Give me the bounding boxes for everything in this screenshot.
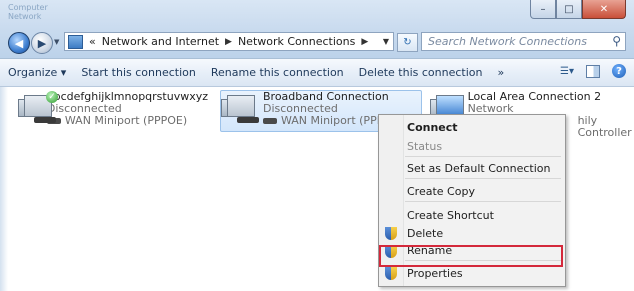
menu-item-delete[interactable]: Delete [407,227,443,240]
start-connection-button[interactable]: Start this connection [81,66,196,79]
navigation-pane-edge [0,87,8,291]
check-icon: ✓ [46,91,58,103]
toolbar-right: ☰▾ ? [560,64,626,78]
address-dropdown-icon[interactable]: ▼ [383,37,389,46]
menu-item-create-shortcut[interactable]: Create Shortcut [407,209,494,222]
organize-menu[interactable]: Organize ▾ [8,66,66,79]
breadcrumb-arrow-icon[interactable]: ▶ [225,37,232,47]
forward-icon[interactable]: ▶ [31,32,53,54]
menu-separator [405,178,561,179]
preview-pane-icon[interactable] [586,64,600,78]
menu-item-connect[interactable]: Connect [407,121,458,134]
back-icon[interactable]: ◀ [8,32,30,54]
search-placeholder: Search Network Connections [428,35,587,48]
connection-item[interactable]: ✓ abcdefghijklmnopqrstuvwxyz Disconnecte… [18,91,208,131]
refresh-icon[interactable]: ↻ [397,33,418,52]
breadcrumb-arrow-icon[interactable]: ▶ [361,37,368,47]
menu-item-properties[interactable]: Properties [407,267,463,280]
close-button[interactable]: ✕ [582,0,626,19]
menu-separator [405,201,561,202]
help-icon[interactable]: ? [612,64,626,78]
menu-item-set-default[interactable]: Set as Default Connection [407,162,550,175]
menu-item-status[interactable]: Status [407,140,442,153]
address-bar[interactable]: « Network and Internet ▶ Network Connect… [64,32,394,51]
uac-shield-icon [385,227,397,240]
connection-device: WAN Miniport (PPPOE) [46,115,208,127]
window-controls: – □ ✕ [530,0,626,19]
network-folder-icon [68,34,83,49]
change-view-icon[interactable]: ☰▾ [560,64,574,78]
minimize-button[interactable]: – [530,0,556,19]
menu-separator [405,156,561,157]
title-bar: Computer Network – □ ✕ ◀ ▶ ▼ « Network a… [0,0,634,59]
search-input[interactable]: Search Network Connections ⚲ [421,32,626,51]
breadcrumb-network-and-internet[interactable]: Network and Internet [102,35,219,48]
command-bar: Organize ▾ Start this connection Rename … [0,59,634,87]
maximize-button[interactable]: □ [556,0,582,19]
breadcrumb-network-connections[interactable]: Network Connections [238,35,355,48]
more-commands-button[interactable]: » [497,66,504,79]
network-connection-icon [221,91,261,127]
uac-shield-icon [385,267,397,280]
rename-connection-button[interactable]: Rename this connection [211,66,344,79]
search-icon[interactable]: ⚲ [612,33,621,50]
menu-item-create-copy[interactable]: Create Copy [407,185,475,198]
recent-pages-dropdown-icon[interactable]: ▼ [54,38,59,46]
network-connection-icon: ✓ [18,91,58,127]
ghost-title: Computer Network [8,3,48,21]
modem-icon [263,118,277,124]
annotation-highlight-box [379,245,563,267]
address-overflow[interactable]: « [89,35,96,48]
delete-connection-button[interactable]: Delete this connection [359,66,483,79]
